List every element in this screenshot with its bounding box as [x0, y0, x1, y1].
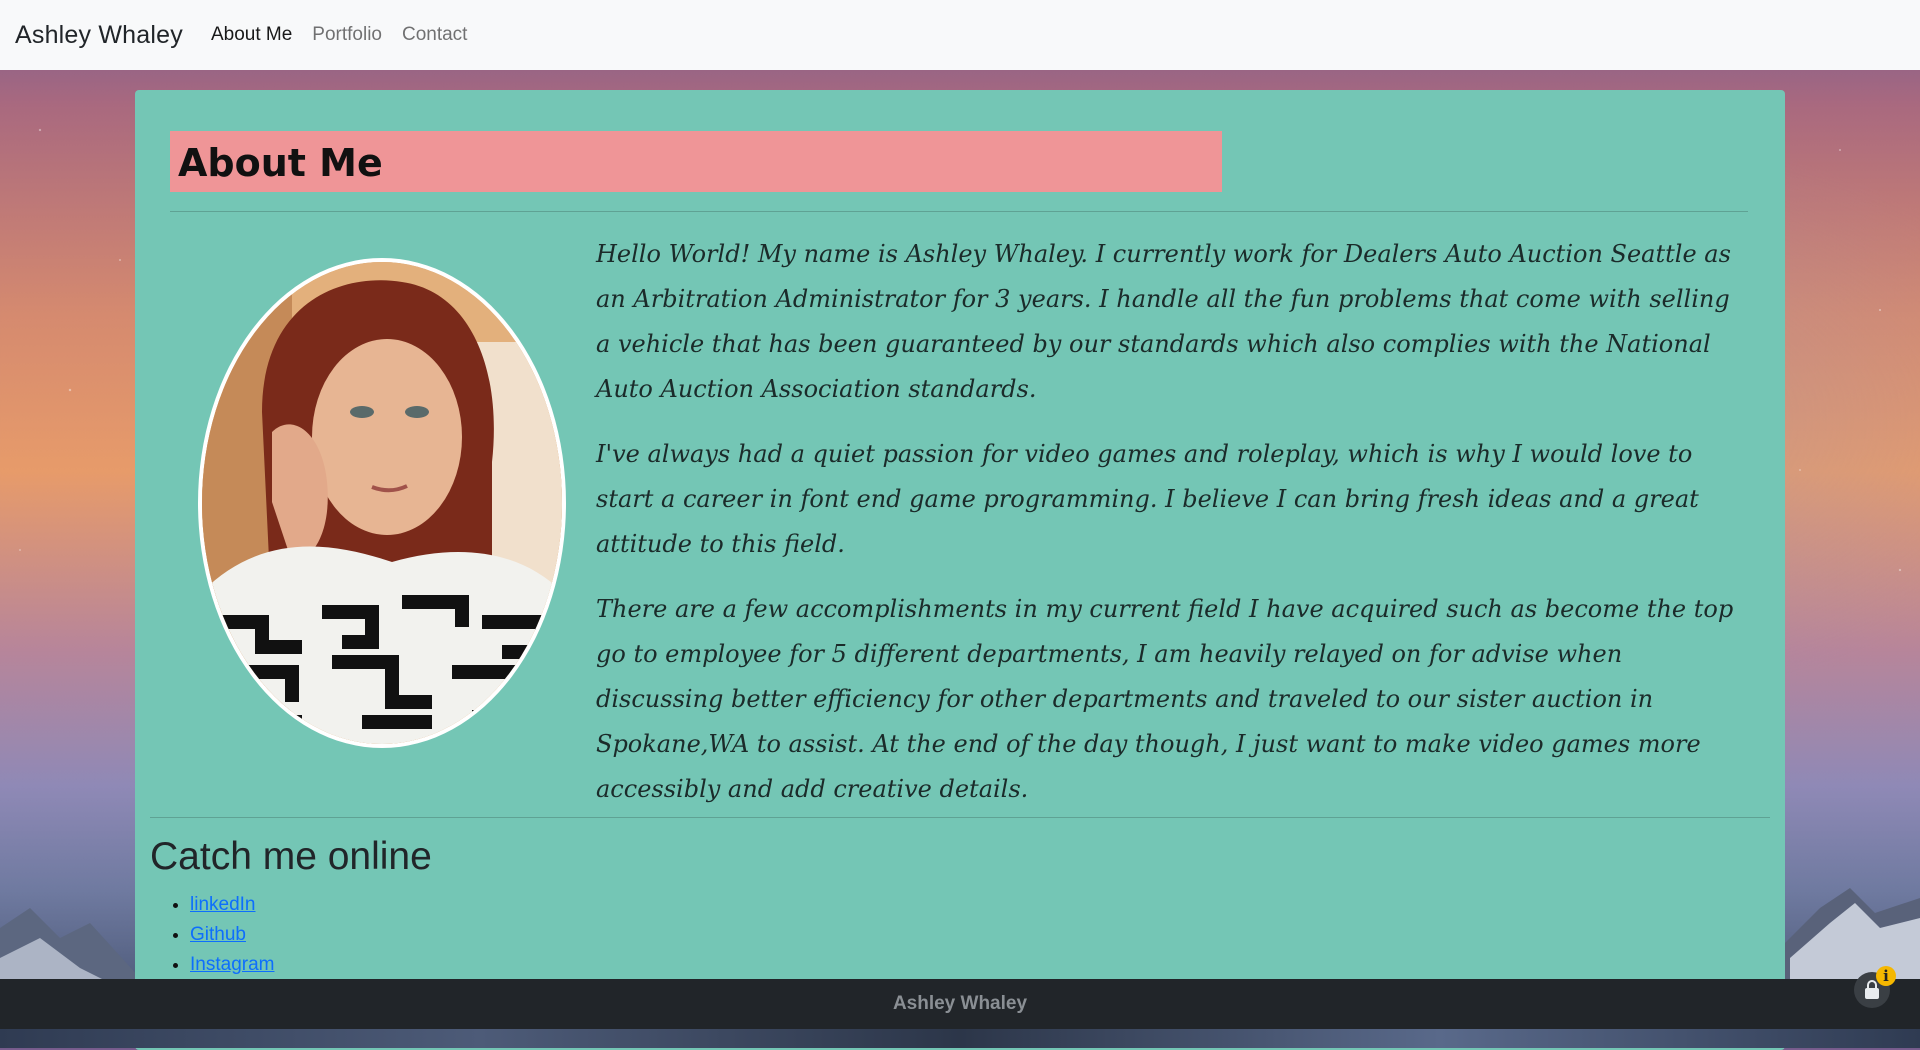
page-title: About Me — [178, 141, 383, 185]
background-bottom-strip — [0, 1029, 1920, 1048]
nav-about-me[interactable]: About Me — [211, 24, 292, 46]
info-icon: i — [1876, 966, 1896, 986]
social-links-list: linkedIn Github Instagram — [150, 890, 274, 980]
bio-text: Hello World! My name is Ashley Whaley. I… — [596, 232, 1736, 832]
bio-paragraph-2: I've always had a quiet passion for vide… — [596, 440, 1699, 558]
nav-portfolio[interactable]: Portfolio — [312, 24, 382, 46]
linkedin-link[interactable]: linkedIn — [190, 894, 256, 915]
bio-paragraph-1: Hello World! My name is Ashley Whaley. I… — [596, 240, 1731, 403]
about-card: About Me Hello World! My name is Ashley … — [135, 90, 1785, 1050]
list-item: Instagram — [190, 950, 274, 980]
divider — [150, 817, 1770, 818]
github-link[interactable]: Github — [190, 924, 246, 945]
footer: Ashley Whaley — [0, 979, 1920, 1029]
lock-icon[interactable]: i — [1854, 966, 1896, 1008]
list-item: linkedIn — [190, 890, 274, 920]
list-item: Github — [190, 920, 274, 950]
profile-photo-illustration — [202, 262, 562, 744]
bio-paragraph-3: There are a few accomplishments in my cu… — [596, 595, 1734, 803]
footer-text: Ashley Whaley — [892, 993, 1028, 1014]
nav-contact[interactable]: Contact — [402, 24, 467, 46]
about-title-bar: About Me — [170, 131, 1222, 192]
instagram-link[interactable]: Instagram — [190, 954, 274, 975]
navbar: Ashley Whaley About Me Portfolio Contact — [0, 0, 1920, 70]
lock-body — [1865, 988, 1879, 999]
divider — [170, 211, 1748, 212]
brand-link[interactable]: Ashley Whaley — [15, 21, 183, 50]
online-section-title: Catch me online — [150, 835, 432, 878]
profile-photo — [198, 258, 566, 748]
